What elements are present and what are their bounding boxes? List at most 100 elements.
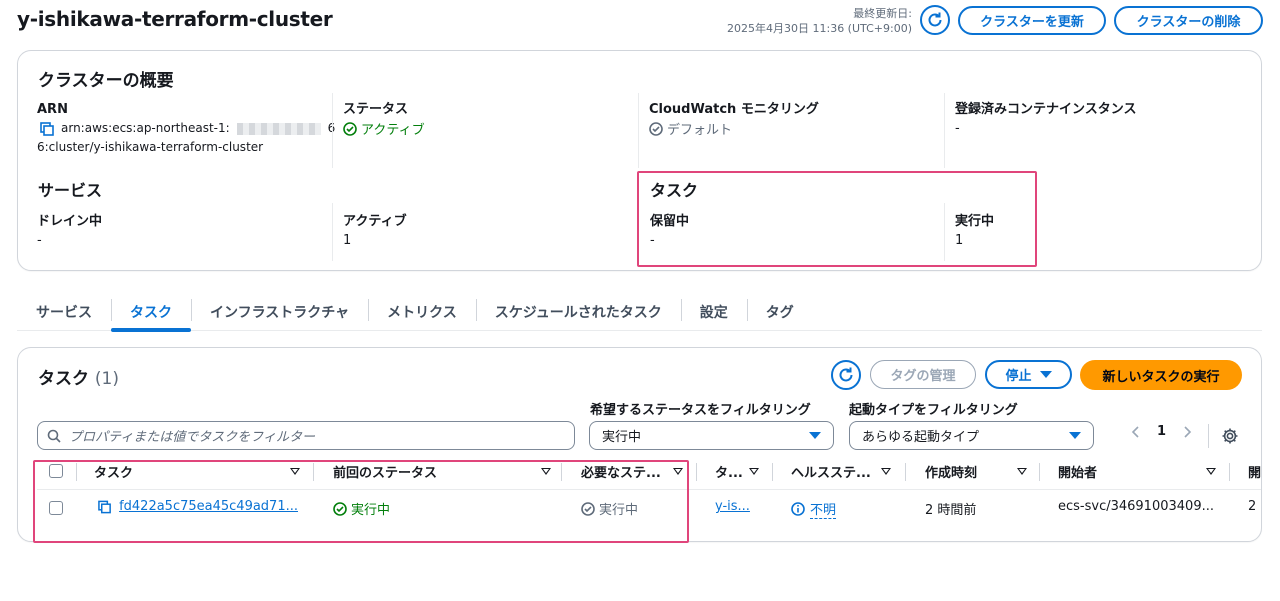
active-services-value: 1	[343, 233, 352, 248]
sort-icon	[1206, 467, 1216, 475]
launch-type-select[interactable]: あらゆる起動タイプ	[849, 421, 1094, 450]
desired-status-filter-label: 希望するステータスをフィルタリング	[590, 403, 811, 418]
caret-down-icon	[809, 432, 821, 439]
column-header-health-status[interactable]: ヘルスステ...	[791, 460, 891, 482]
refresh-icon	[928, 12, 942, 27]
delete-cluster-button[interactable]: クラスターの削除	[1114, 6, 1263, 35]
caret-down-icon	[1039, 371, 1052, 378]
tasks-title-text: タスク	[38, 369, 89, 389]
info-icon	[791, 502, 805, 516]
health-status-value[interactable]: 不明	[810, 499, 837, 519]
pager-divider	[1208, 424, 1209, 448]
truncated-value: 2	[1248, 499, 1257, 514]
settings-gear-icon[interactable]	[1221, 427, 1239, 445]
draining-value: -	[37, 233, 42, 248]
column-header-truncated-label: 開	[1248, 465, 1262, 481]
registered-instances-label: 登録済みコンテナインスタンス	[955, 102, 1137, 117]
tab-tags[interactable]: タグ	[746, 293, 813, 330]
desired-status-select[interactable]: 実行中	[589, 421, 834, 450]
health-status-cell: 不明	[791, 499, 837, 519]
cloudwatch-field: CloudWatch モニタリング デフォルト	[638, 93, 938, 168]
column-header-health-status-label: ヘルスステ...	[791, 465, 871, 481]
sort-icon	[881, 467, 891, 475]
manage-tags-button[interactable]: タグの管理	[870, 360, 976, 389]
services-section-title: サービス	[38, 181, 103, 200]
task-filter-search[interactable]: プロパティまたは値でタスクをフィルター	[37, 421, 575, 450]
started-by-cell: ecs-svc/34691003409...	[1058, 499, 1218, 514]
column-separator	[696, 463, 697, 481]
draining-label: ドレイン中	[37, 214, 103, 229]
column-separator	[772, 463, 773, 481]
started-by-value: ecs-svc/34691003409...	[1058, 499, 1214, 514]
tab-configuration[interactable]: 設定	[680, 293, 747, 330]
check-circle-icon	[649, 121, 663, 136]
registered-instances-field: 登録済みコンテナインスタンス -	[944, 93, 1244, 168]
refresh-icon	[839, 367, 853, 382]
search-icon	[47, 429, 61, 443]
column-separator	[1039, 463, 1040, 481]
pagination: 1	[1131, 424, 1192, 439]
tab-scheduled-tasks[interactable]: スケジュールされたタスク	[475, 293, 681, 330]
column-header-truncated[interactable]: 開	[1248, 460, 1262, 482]
column-header-created-at-label: 作成時刻	[925, 465, 978, 481]
column-header-started-by-label: 開始者	[1058, 465, 1098, 481]
tab-infrastructure[interactable]: インフラストラクチャ	[191, 293, 368, 330]
column-separator	[905, 463, 906, 481]
refresh-tasks-button[interactable]	[831, 360, 861, 390]
task-definition-link[interactable]: y-is...	[715, 499, 750, 514]
desired-status-value: 実行中	[602, 430, 642, 445]
cloudwatch-label: CloudWatch モニタリング	[649, 102, 819, 117]
arn-value-line1: arn:aws:ecs:ap-northeast-1:	[61, 121, 230, 135]
truncated-cell: 2	[1248, 499, 1262, 514]
launch-type-value: あらゆる起動タイプ	[862, 430, 980, 445]
copy-icon[interactable]	[40, 121, 54, 136]
chevron-right-icon[interactable]	[1182, 425, 1192, 439]
arn-value-line2: 6:cluster/y-ishikawa-terraform-cluster	[37, 140, 264, 154]
caret-down-icon	[1069, 432, 1081, 439]
check-circle-icon	[343, 121, 357, 136]
stop-button[interactable]: 停止	[985, 360, 1072, 389]
run-new-task-button[interactable]: 新しいタスクの実行	[1080, 360, 1242, 390]
tasks-summary-highlight	[637, 171, 1037, 267]
created-at-cell: 2 時間前	[925, 499, 976, 518]
active-services-label: アクティブ	[343, 214, 407, 229]
page-title: y-ishikawa-terraform-cluster	[17, 7, 333, 31]
registered-instances-value: -	[955, 121, 960, 136]
status-label: ステータス	[343, 102, 409, 117]
update-cluster-button[interactable]: クラスターを更新	[958, 6, 1106, 35]
tab-tasks[interactable]: タスク	[111, 293, 191, 332]
tasks-panel-title: タスク (1)	[38, 364, 119, 389]
overview-title: クラスターの概要	[38, 71, 174, 91]
column-header-task-definition-label: タ...	[715, 465, 743, 481]
column-header-task-definition[interactable]: タ...	[715, 460, 759, 482]
arn-field: ARN arn:aws:ecs:ap-northeast-1: 6 6:clust…	[37, 101, 337, 157]
tasks-count: (1)	[94, 369, 120, 389]
cloudwatch-value: デフォルト	[667, 123, 733, 138]
last-updated: 最終更新日: 2025年4月30日 11:36 (UTC+9:00)	[727, 6, 912, 36]
column-header-started-by[interactable]: 開始者	[1058, 460, 1216, 482]
column-header-created-at[interactable]: 作成時刻	[925, 460, 1027, 482]
active-services-field: アクティブ 1	[332, 203, 622, 261]
stop-button-label: 停止	[1005, 369, 1032, 384]
sort-icon	[749, 467, 759, 475]
status-field: ステータス アクティブ	[332, 93, 632, 168]
search-placeholder: プロパティまたは値でタスクをフィルター	[69, 430, 315, 445]
launch-type-filter-label: 起動タイプをフィルタリング	[849, 403, 1018, 418]
status-value: アクティブ	[361, 123, 425, 138]
cluster-tabs: サービス タスク インフラストラクチャ メトリクス スケジュールされたタスク 設…	[17, 293, 1262, 332]
tab-metrics[interactable]: メトリクス	[368, 293, 476, 330]
redacted-block	[236, 122, 321, 135]
task-definition-cell: y-is...	[715, 499, 750, 514]
task-row-highlight	[33, 460, 689, 543]
last-updated-label: 最終更新日:	[853, 7, 912, 20]
current-page[interactable]: 1	[1157, 424, 1166, 439]
created-at-value: 2 時間前	[925, 503, 977, 518]
tab-services[interactable]: サービス	[17, 293, 111, 330]
arn-label: ARN	[37, 102, 68, 117]
last-updated-value: 2025年4月30日 11:36 (UTC+9:00)	[727, 22, 912, 35]
draining-field: ドレイン中 -	[37, 213, 327, 250]
chevron-left-icon[interactable]	[1131, 425, 1141, 439]
sort-icon	[1017, 467, 1027, 475]
refresh-cluster-button[interactable]	[920, 5, 950, 35]
column-separator	[1229, 463, 1230, 481]
